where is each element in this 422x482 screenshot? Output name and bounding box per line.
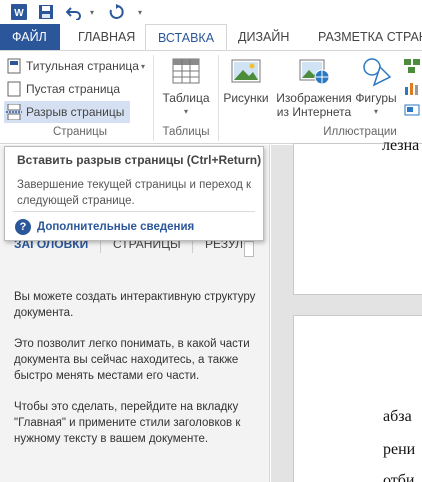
document-text: лезна: [382, 137, 420, 154]
document-text: рени: [383, 441, 416, 458]
document-page[interactable]: лезна: [293, 137, 422, 295]
tab-page-layout[interactable]: РАЗМЕТКА СТРАНИ: [306, 24, 422, 50]
page-break-icon: [6, 104, 22, 120]
tooltip-divider: [13, 211, 255, 212]
word-logo-icon: W: [10, 2, 28, 22]
redo-icon[interactable]: [106, 2, 126, 22]
tab-insert[interactable]: ВСТАВКА: [145, 24, 228, 50]
undo-dropdown-icon[interactable]: ▾: [86, 2, 98, 22]
pictures-button[interactable]: Рисунки: [222, 55, 270, 105]
tooltip-description: Завершение текущей страницы и переход к …: [17, 179, 252, 207]
online-pictures-button[interactable]: Изображения из Интернета: [274, 55, 354, 119]
quick-access-toolbar: W ▾ ▾: [0, 0, 422, 24]
help-icon: ?: [15, 219, 31, 235]
blank-page-icon: [6, 81, 22, 97]
tab-home[interactable]: ГЛАВНАЯ: [66, 24, 147, 50]
table-label: Таблица: [162, 91, 210, 105]
online-pictures-icon: [298, 55, 330, 87]
chart-icon[interactable]: [404, 79, 420, 97]
save-icon[interactable]: [36, 2, 56, 22]
navigation-help-text: Вы можете создать интерактивную структур…: [14, 289, 258, 462]
cover-page-dropdown-icon: ▾: [140, 61, 145, 71]
pictures-label: Рисунки: [223, 91, 269, 105]
cover-page-button[interactable]: Титульная страница ▾: [6, 56, 145, 76]
ribbon: Титульная страница ▾ Пустая страница Раз…: [0, 50, 422, 144]
document-area[interactable]: лезна абза рени отби: [271, 137, 422, 482]
online-pictures-label-line2: из Интернета: [276, 105, 352, 119]
document-page[interactable]: абза рени отби: [293, 315, 422, 482]
customize-qat-icon[interactable]: ▾: [134, 2, 146, 22]
page-break-label: Разрыв страницы: [26, 105, 125, 119]
page-break-tooltip: Вставить разрыв страницы (Ctrl+Return) З…: [4, 146, 264, 241]
smartart-icon[interactable]: [404, 57, 420, 75]
screenshot-icon[interactable]: [404, 101, 420, 119]
cover-page-icon: [6, 58, 22, 74]
group-separator: [218, 55, 219, 141]
page-break-button[interactable]: Разрыв страницы: [4, 101, 131, 123]
nav-tabs-scroll-button[interactable]: [244, 241, 254, 257]
group-separator: [153, 55, 154, 141]
shapes-icon: [360, 55, 392, 87]
nav-help-paragraph: Чтобы это сделать, перейдите на вкладку …: [14, 401, 241, 445]
blank-page-label: Пустая страница: [26, 82, 121, 96]
svg-text:W: W: [14, 8, 24, 19]
tab-file[interactable]: ФАЙЛ: [0, 24, 60, 50]
pages-group-label: Страницы: [53, 126, 107, 138]
tooltip-help-label: Дополнительные сведения: [37, 221, 195, 233]
shapes-label: Фигуры: [355, 91, 397, 105]
nav-help-paragraph: Это позволит легко понимать, в какой час…: [14, 338, 250, 382]
table-button[interactable]: Таблица ▾: [160, 55, 212, 119]
pictures-icon: [230, 55, 262, 87]
tables-group-label: Таблицы: [162, 126, 210, 138]
tooltip-help-link[interactable]: ? Дополнительные сведения: [15, 219, 194, 235]
cover-page-label: Титульная страница: [26, 59, 139, 73]
blank-page-button[interactable]: Пустая страница: [6, 79, 120, 99]
shapes-button[interactable]: Фигуры ▾: [352, 55, 400, 119]
table-dropdown-icon: ▾: [183, 107, 188, 116]
online-pictures-label-line1: Изображения: [276, 91, 352, 105]
table-icon: [170, 55, 202, 87]
undo-icon[interactable]: [64, 2, 84, 22]
tooltip-title: Вставить разрыв страницы (Ctrl+Return): [17, 153, 262, 167]
document-text: отби: [383, 472, 415, 482]
nav-help-paragraph: Вы можете создать интерактивную структур…: [14, 291, 256, 319]
ribbon-tabs: ФАЙЛ ГЛАВНАЯ ВСТАВКА ДИЗАЙН РАЗМЕТКА СТР…: [0, 24, 422, 50]
tab-design[interactable]: ДИЗАЙН: [226, 24, 301, 50]
shapes-dropdown-icon: ▾: [373, 107, 378, 116]
document-text: абза: [383, 408, 412, 425]
